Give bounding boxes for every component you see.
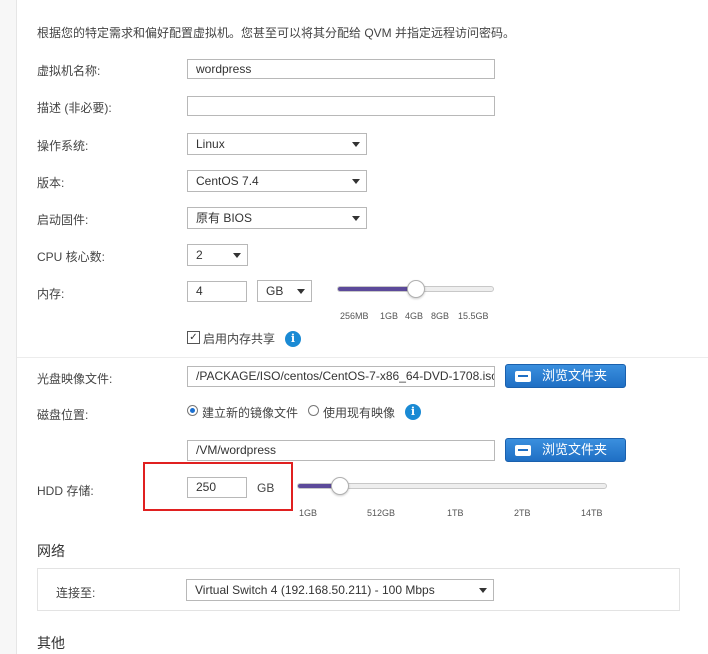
hdd-tick: 14TB bbox=[581, 508, 603, 518]
vm-name-input[interactable]: wordpress bbox=[187, 59, 495, 79]
vm-name-label: 虚拟机名称: bbox=[37, 64, 101, 78]
chevron-down-icon bbox=[479, 588, 487, 593]
version-select-value: CentOS 7.4 bbox=[196, 174, 259, 188]
disk-new-radio[interactable] bbox=[187, 405, 198, 416]
disk-browse-label: 浏览文件夹 bbox=[542, 442, 608, 457]
disk-new-label: 建立新的镜像文件 bbox=[202, 406, 299, 420]
memory-tick: 8GB bbox=[431, 311, 450, 321]
os-select[interactable]: Linux bbox=[187, 133, 367, 155]
hdd-label: HDD 存储: bbox=[37, 484, 94, 498]
iso-browse-label: 浏览文件夹 bbox=[542, 368, 608, 383]
os-label: 操作系统: bbox=[37, 139, 89, 153]
folder-icon bbox=[515, 445, 531, 456]
memory-slider-thumb[interactable] bbox=[406, 280, 425, 298]
hdd-tick: 1TB bbox=[447, 508, 464, 518]
memory-label: 内存: bbox=[37, 287, 65, 301]
chevron-down-icon bbox=[352, 179, 360, 184]
network-panel: 连接至: Virtual Switch 4 (192.168.50.211) -… bbox=[37, 568, 680, 611]
chevron-down-icon bbox=[352, 216, 360, 221]
hdd-unit: GB bbox=[257, 481, 275, 495]
memory-tick: 15.5GB bbox=[458, 311, 489, 321]
memory-share-label: 启用内存共享 bbox=[203, 332, 276, 346]
memory-tick: 4GB bbox=[405, 311, 424, 321]
disk-label: 磁盘位置: bbox=[37, 408, 89, 422]
hdd-slider-thumb[interactable] bbox=[331, 477, 350, 495]
check-icon: ✓ bbox=[189, 332, 198, 343]
version-select[interactable]: CentOS 7.4 bbox=[187, 170, 367, 192]
iso-path-input[interactable]: /PACKAGE/ISO/centos/CentOS-7-x86_64-DVD-… bbox=[187, 366, 495, 387]
firmware-label: 启动固件: bbox=[37, 213, 89, 227]
memory-slider-fill bbox=[338, 287, 417, 291]
info-icon[interactable]: i bbox=[285, 331, 301, 347]
network-connect-label: 连接至: bbox=[56, 586, 96, 600]
memory-unit-value: GB bbox=[266, 284, 284, 298]
firmware-select-value: 原有 BIOS bbox=[196, 211, 253, 225]
disk-path-input[interactable]: /VM/wordpress bbox=[187, 440, 495, 461]
description-input[interactable] bbox=[187, 96, 495, 116]
radio-dot bbox=[190, 408, 195, 413]
info-icon[interactable]: i bbox=[405, 404, 421, 420]
version-label: 版本: bbox=[37, 176, 65, 190]
cpu-label: CPU 核心数: bbox=[37, 250, 106, 264]
chevron-down-icon bbox=[297, 289, 305, 294]
memory-unit-select[interactable]: GB bbox=[257, 280, 312, 302]
description-label: 描述 (非必要): bbox=[37, 101, 112, 115]
disk-browse-button[interactable]: 浏览文件夹 bbox=[505, 438, 626, 462]
left-rail bbox=[0, 0, 17, 654]
os-select-value: Linux bbox=[196, 137, 225, 151]
cpu-select[interactable]: 2 bbox=[187, 244, 248, 266]
intro-text: 根据您的特定需求和偏好配置虚拟机。您甚至可以将其分配给 QVM 并指定远程访问密… bbox=[37, 26, 516, 40]
memory-share-checkbox[interactable]: ✓ bbox=[187, 331, 200, 344]
hdd-size-input[interactable]: 250 bbox=[187, 477, 247, 498]
memory-tick: 256MB bbox=[340, 311, 369, 321]
cpu-select-value: 2 bbox=[196, 248, 203, 262]
divider bbox=[17, 357, 708, 358]
iso-label: 光盘映像文件: bbox=[37, 372, 113, 386]
firmware-select[interactable]: 原有 BIOS bbox=[187, 207, 367, 229]
disk-existing-label: 使用现有映像 bbox=[323, 406, 396, 420]
network-select-value: Virtual Switch 4 (192.168.50.211) - 100 … bbox=[195, 583, 435, 597]
network-section-title: 网络 bbox=[37, 543, 65, 559]
memory-tick: 1GB bbox=[380, 311, 399, 321]
hdd-tick: 512GB bbox=[367, 508, 396, 518]
chevron-down-icon bbox=[233, 253, 241, 258]
network-select[interactable]: Virtual Switch 4 (192.168.50.211) - 100 … bbox=[186, 579, 494, 601]
folder-icon bbox=[515, 371, 531, 382]
memory-input[interactable]: 4 bbox=[187, 281, 247, 302]
hdd-tick: 1GB bbox=[299, 508, 318, 518]
iso-browse-button[interactable]: 浏览文件夹 bbox=[505, 364, 626, 388]
other-section-title: 其他 bbox=[37, 635, 65, 651]
chevron-down-icon bbox=[352, 142, 360, 147]
disk-existing-radio[interactable] bbox=[308, 405, 319, 416]
hdd-tick: 2TB bbox=[514, 508, 531, 518]
